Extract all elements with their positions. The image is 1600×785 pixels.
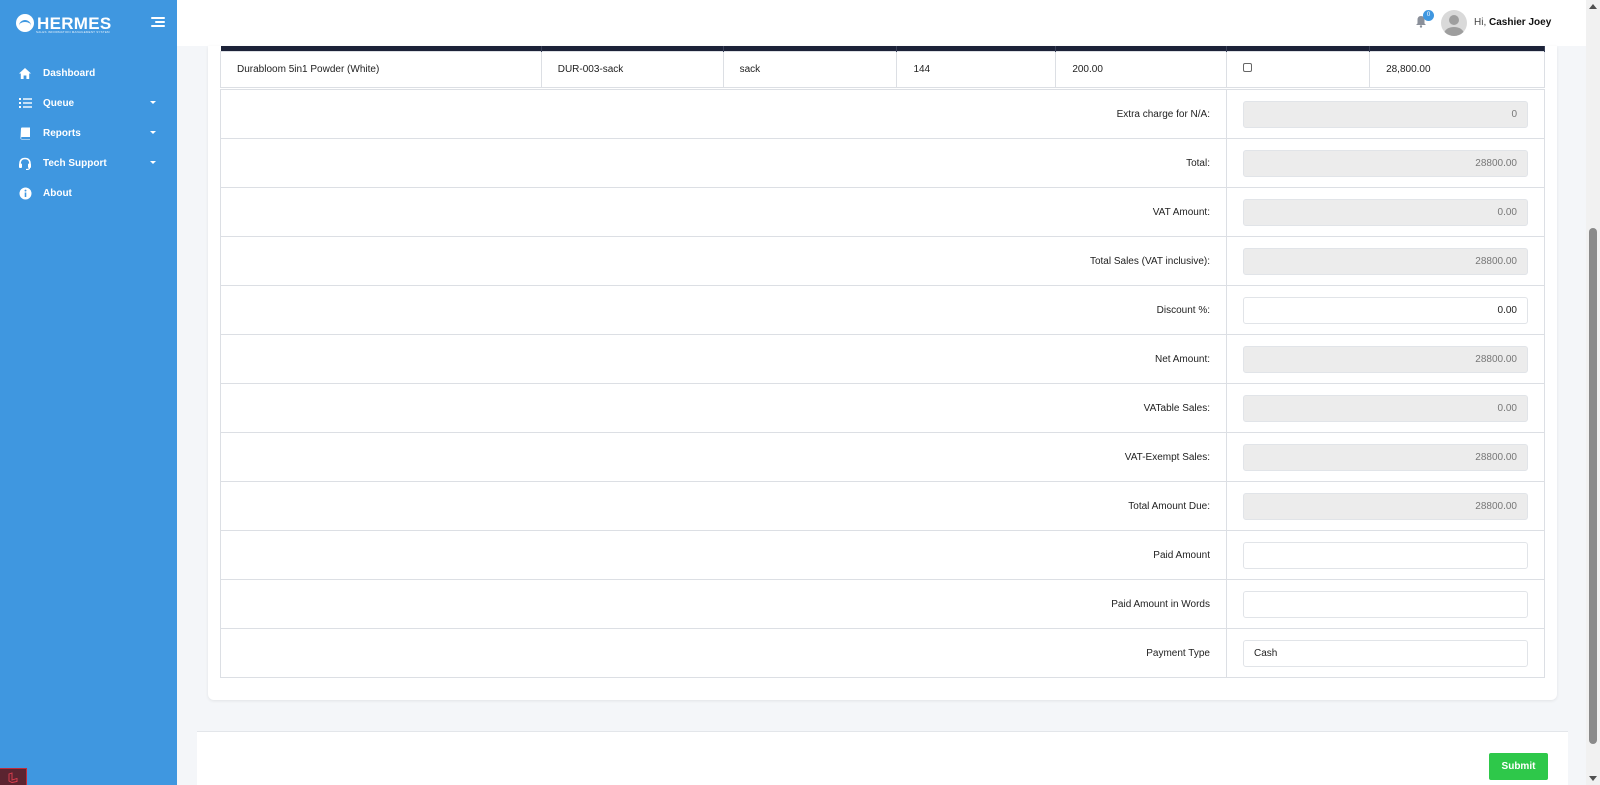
- items-table: Durabloom 5in1 Powder (White) DUR-003-sa…: [220, 46, 1545, 88]
- sidebar-item-reports[interactable]: Reports: [0, 118, 177, 148]
- summary-label: Paid Amount: [220, 530, 1227, 580]
- summary-label: Paid Amount in Words: [220, 579, 1227, 629]
- summary-row-paid-amount: Paid Amount: [220, 530, 1545, 580]
- book-icon: [18, 126, 32, 140]
- paid-amount-words-input[interactable]: [1243, 590, 1528, 618]
- sidebar-item-label: Dashboard: [43, 67, 96, 79]
- sidebar-item-label: About: [43, 187, 72, 199]
- notification-badge: 0: [1423, 10, 1434, 21]
- summary-row-total: Total:: [220, 138, 1545, 188]
- row-checkbox[interactable]: [1243, 63, 1253, 72]
- list-icon: [18, 96, 32, 110]
- page-scrollbar[interactable]: [1586, 0, 1600, 785]
- total-field: [1243, 149, 1528, 177]
- summary-row-vat-amount: VAT Amount:: [220, 187, 1545, 237]
- submit-button[interactable]: Submit: [1489, 753, 1548, 780]
- summary-label: Net Amount:: [220, 334, 1227, 384]
- menu-toggle-icon[interactable]: [151, 17, 165, 28]
- cell-amount: 28,800.00: [1369, 50, 1545, 88]
- summary-label: Total Amount Due:: [220, 481, 1227, 531]
- summary-label: Extra charge for N/A:: [220, 89, 1227, 139]
- summary-row-discount: Discount %:: [220, 285, 1545, 335]
- summary-row-paid-amount-words: Paid Amount in Words: [220, 579, 1545, 629]
- laravel-icon[interactable]: [0, 768, 27, 785]
- brand-name: HERMES: [37, 13, 112, 33]
- summary-row-net-amount: Net Amount:: [220, 334, 1545, 384]
- greeting-prefix: Hi,: [1474, 17, 1487, 28]
- total-sales-field: [1243, 247, 1528, 275]
- sidebar-item-label: Queue: [43, 97, 75, 109]
- cell-unit: sack: [722, 50, 898, 88]
- paid-amount-input[interactable]: [1243, 541, 1528, 569]
- avatar[interactable]: [1441, 10, 1467, 36]
- summary-row-vatable-sales: VATable Sales:: [220, 383, 1545, 433]
- summary-row-payment-type: Payment Type: [220, 628, 1545, 678]
- headset-icon: [18, 156, 32, 170]
- summary-label: Total Sales (VAT inclusive):: [220, 236, 1227, 286]
- sidebar: HERMES SALES INFORMATION MANAGEMENT SYST…: [0, 0, 177, 785]
- cell-price: 200.00: [1055, 50, 1228, 88]
- sidebar-item-label: Tech Support: [43, 157, 107, 169]
- table-row: Durabloom 5in1 Powder (White) DUR-003-sa…: [220, 50, 1545, 88]
- cell-quantity: 144: [896, 50, 1057, 88]
- home-icon: [18, 66, 32, 80]
- summary-row-extra-charge: Extra charge for N/A:: [220, 89, 1545, 139]
- hermes-logo-icon: [16, 14, 34, 32]
- sidebar-item-queue[interactable]: Queue: [0, 88, 177, 118]
- brand-subtitle: SALES INFORMATION MANAGEMENT SYSTEM: [36, 30, 110, 34]
- vat-amount-field: [1243, 198, 1528, 226]
- cell-select: [1226, 50, 1371, 88]
- cell-code: DUR-003-sack: [540, 50, 724, 88]
- user-name: Cashier Joey: [1489, 17, 1552, 28]
- summary-label: VATable Sales:: [220, 383, 1227, 433]
- caret-down-icon: [150, 161, 156, 164]
- summary-label: VAT Amount:: [220, 187, 1227, 237]
- topbar: 0 Hi, Cashier Joey: [177, 0, 1586, 46]
- info-icon: [18, 186, 32, 200]
- sidebar-item-label: Reports: [43, 127, 81, 139]
- vatable-sales-field: [1243, 394, 1528, 422]
- cell-product: Durabloom 5in1 Powder (White): [220, 50, 542, 88]
- caret-down-icon: [150, 101, 156, 104]
- brand[interactable]: HERMES SALES INFORMATION MANAGEMENT SYST…: [0, 0, 177, 46]
- summary-row-total-sales: Total Sales (VAT inclusive):: [220, 236, 1545, 286]
- scroll-down-icon[interactable]: [1589, 776, 1597, 781]
- sidebar-item-tech-support[interactable]: Tech Support: [0, 148, 177, 178]
- scroll-up-icon[interactable]: [1589, 4, 1597, 9]
- vat-exempt-sales-field: [1243, 443, 1528, 471]
- user-greeting[interactable]: Hi, Cashier Joey: [1474, 17, 1551, 28]
- summary-label: Discount %:: [220, 285, 1227, 335]
- order-card: Durabloom 5in1 Powder (White) DUR-003-sa…: [208, 46, 1557, 700]
- net-amount-field: [1243, 345, 1528, 373]
- extra-charge-field: [1243, 100, 1528, 128]
- scroll-thumb[interactable]: [1589, 228, 1597, 744]
- form-footer: Submit: [197, 731, 1568, 785]
- summary-row-total-amount-due: Total Amount Due:: [220, 481, 1545, 531]
- summary-label: Total:: [220, 138, 1227, 188]
- summary-label: VAT-Exempt Sales:: [220, 432, 1227, 482]
- summary-label: Payment Type: [220, 628, 1227, 678]
- caret-down-icon: [150, 131, 156, 134]
- sidebar-nav: Dashboard Queue Reports Tech Support Abo…: [0, 58, 177, 208]
- summary-row-vat-exempt-sales: VAT-Exempt Sales:: [220, 432, 1545, 482]
- summary-table: Extra charge for N/A: Total: VAT Amount:…: [220, 89, 1545, 678]
- discount-input[interactable]: [1243, 296, 1528, 324]
- sidebar-item-about[interactable]: About: [0, 178, 177, 208]
- sidebar-item-dashboard[interactable]: Dashboard: [0, 58, 177, 88]
- total-amount-due-field: [1243, 492, 1528, 520]
- payment-type-input[interactable]: [1243, 639, 1528, 667]
